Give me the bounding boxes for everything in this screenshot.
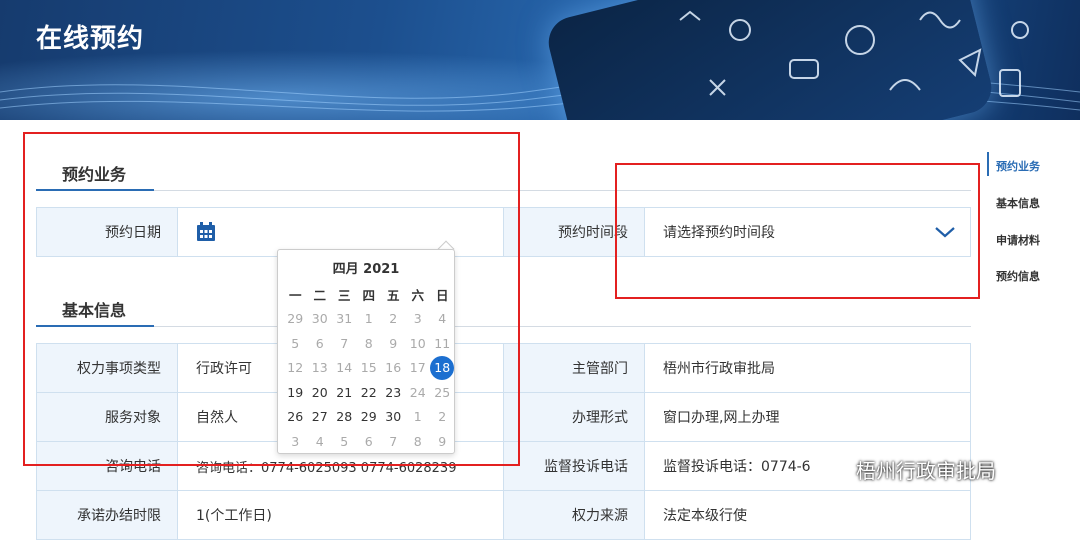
info-label: 主管部门 (504, 344, 645, 392)
watermark: 梧州行政审批局 (820, 455, 996, 484)
info-label: 办理形式 (504, 393, 645, 441)
highlight-box-time (615, 163, 980, 299)
page-title: 在线预约 (36, 24, 145, 54)
highlight-box-date (23, 132, 520, 466)
side-nav-active-indicator (987, 152, 989, 176)
header-banner: 在线预约 (0, 0, 1080, 120)
watermark-text: 梧州行政审批局 (856, 459, 996, 483)
info-value: 梧州市行政审批局 (645, 344, 970, 392)
info-value: 窗口办理,网上办理 (645, 393, 970, 441)
info-label: 承诺办结时限 (37, 491, 178, 539)
info-value: 1(个工作日) (178, 491, 504, 539)
info-value: 法定本级行使 (645, 491, 970, 539)
info-label: 监督投诉电话 (504, 442, 645, 490)
wechat-icon (821, 458, 849, 481)
table-row: 承诺办结时限 1(个工作日) 权力来源 法定本级行使 (36, 490, 971, 540)
doodle-icons (679, 10, 1029, 97)
side-nav-item-appointment-info[interactable]: 预约信息 (996, 268, 1040, 284)
side-nav-item-basic[interactable]: 基本信息 (996, 195, 1040, 211)
side-nav-item-appointment[interactable]: 预约业务 (996, 158, 1040, 174)
info-label: 权力来源 (504, 491, 645, 539)
side-nav-item-materials[interactable]: 申请材料 (996, 232, 1040, 248)
